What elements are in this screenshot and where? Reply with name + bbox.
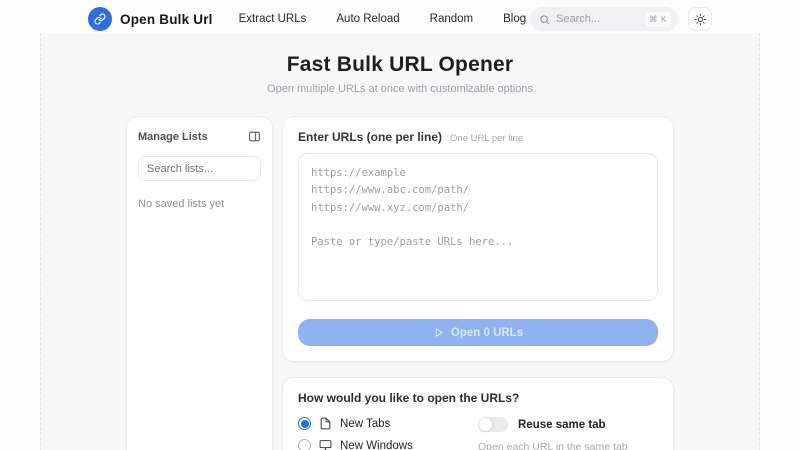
reuse-tab-section: Reuse same tab Open each URL in the same… [478,417,658,450]
radio-selected-icon[interactable] [298,417,311,430]
nav-item-random[interactable]: Random [430,13,473,25]
monitor-icon [319,439,332,450]
search-icon [539,14,550,25]
manage-lists-panel: Manage Lists No saved lists yet [126,116,273,450]
radio-option-new-tabs[interactable]: New Tabs [298,417,478,430]
new-windows-label: New Windows [340,440,413,450]
main-nav: Extract URLs Auto Reload Random Blog [239,13,527,25]
nav-item-auto-reload[interactable]: Auto Reload [336,13,399,25]
reuse-same-tab-label: Reuse same tab [518,419,606,431]
theme-toggle-button[interactable] [688,7,712,31]
panel-right-icon [248,130,261,143]
toggle-knob [479,418,492,431]
urls-textarea[interactable]: https://example https://www.abc.com/path… [298,153,658,301]
nav-item-extract-urls[interactable]: Extract URLs [239,13,307,25]
open-options-card: How would you like to open the URLs? New… [282,377,674,450]
search-shortcut-badge: ⌘ K [645,12,671,27]
radio-option-new-windows[interactable]: New Windows [298,439,478,450]
manage-lists-title: Manage Lists [138,131,208,143]
open-options-question: How would you like to open the URLs? [298,391,658,405]
url-entry-hint: One URL per line [450,133,523,144]
brand-title: Open Bulk Url [120,12,213,27]
brand[interactable]: Open Bulk Url [88,7,213,31]
search-lists-input[interactable] [138,156,261,181]
reuse-same-tab-description: Open each URL in the same tab instead of… [478,440,658,450]
collapse-panel-button[interactable] [248,130,261,143]
file-icon [319,417,332,430]
navbar: Open Bulk Url Extract URLs Auto Reload R… [0,0,800,38]
play-icon [433,327,444,338]
link-logo-icon [88,7,112,31]
search-placeholder: Search... [556,13,639,25]
empty-lists-message: No saved lists yet [138,198,261,210]
sun-icon [694,13,707,26]
url-entry-card: Enter URLs (one per line) One URL per li… [282,116,674,362]
reuse-same-tab-toggle-row[interactable]: Reuse same tab [478,417,658,432]
hero: Fast Bulk URL Opener Open multiple URLs … [0,53,800,95]
new-tabs-label: New Tabs [340,418,390,430]
global-search-input[interactable]: Search... ⌘ K [530,7,678,31]
page-title: Fast Bulk URL Opener [0,53,800,77]
open-urls-button-label: Open 0 URLs [451,327,523,339]
main-column: Enter URLs (one per line) One URL per li… [282,116,674,450]
nav-item-blog[interactable]: Blog [503,13,526,25]
toggle-off-switch[interactable] [478,417,508,432]
open-mode-radio-group: New Tabs New Windows [298,417,478,450]
content: Manage Lists No saved lists yet Enter UR… [126,116,674,450]
url-entry-label: Enter URLs (one per line) [298,130,442,144]
radio-unselected-icon[interactable] [298,439,311,450]
open-urls-button[interactable]: Open 0 URLs [298,319,658,346]
page-subtitle: Open multiple URLs at once with customiz… [0,83,800,95]
